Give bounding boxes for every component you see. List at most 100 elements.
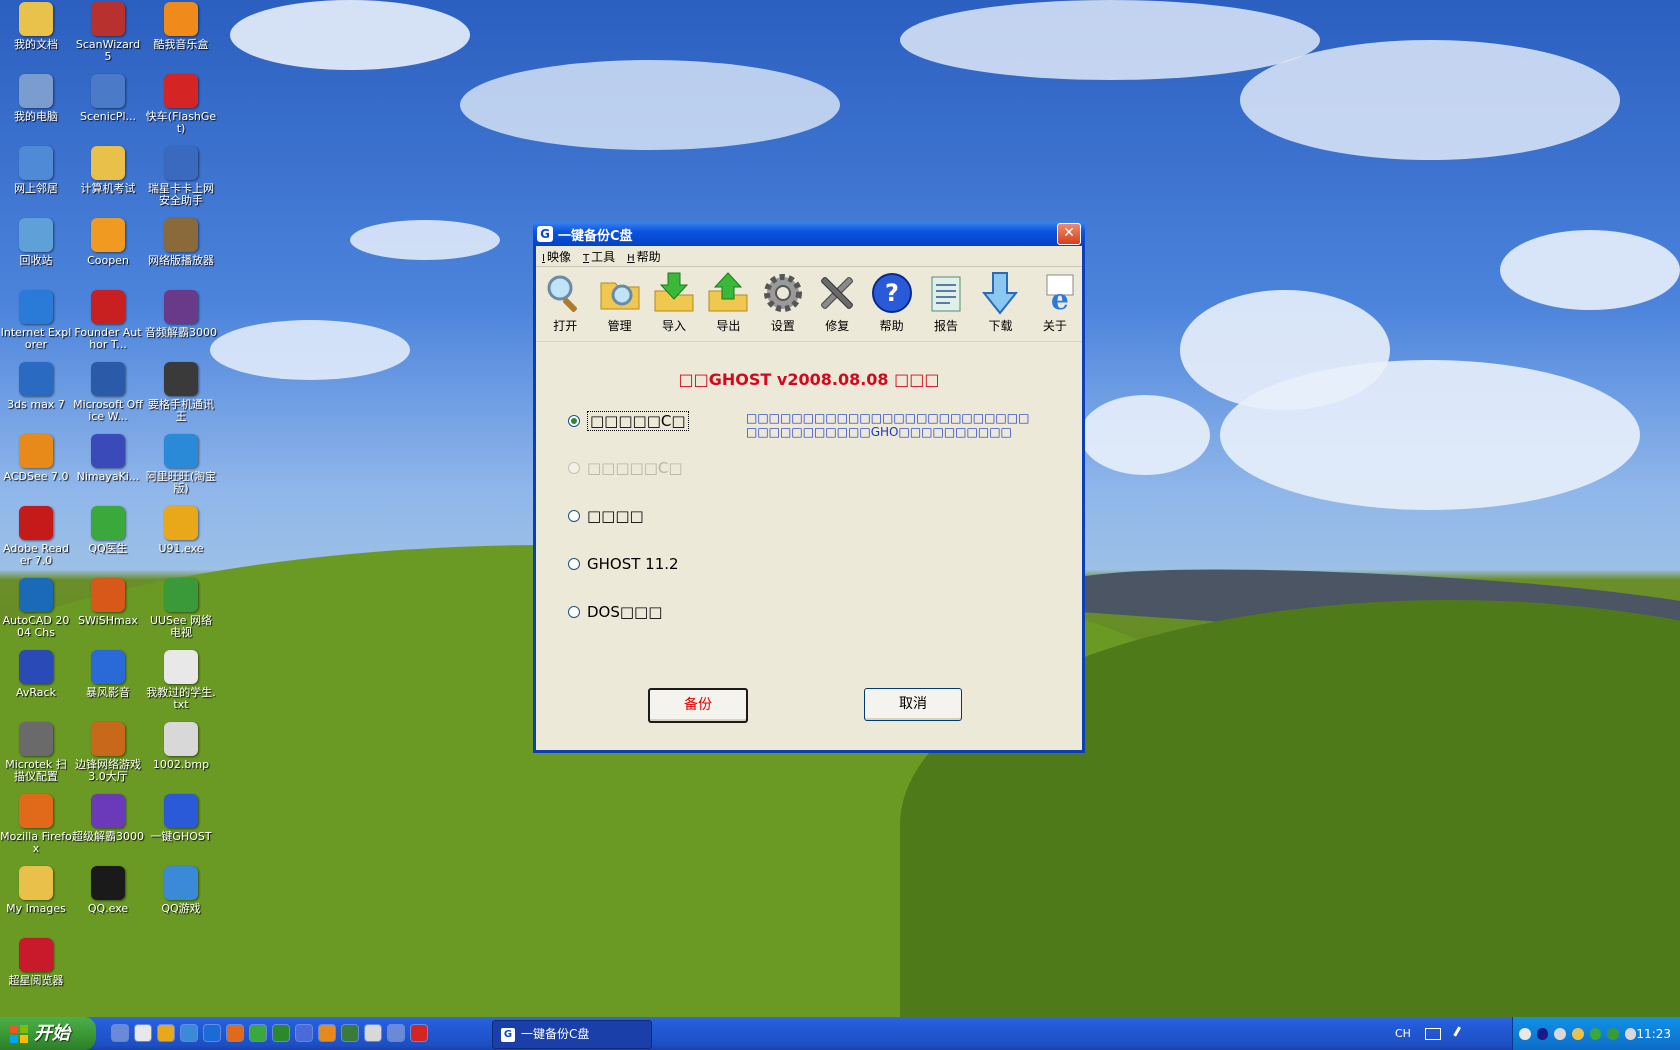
desktop-icon[interactable]: AutoCAD 2004 Chs — [0, 576, 72, 639]
desktop-icon[interactable]: 超级解霸3000 — [72, 792, 144, 843]
menu-image[interactable]: I 映像 — [542, 248, 571, 265]
radio-checked-icon[interactable] — [568, 415, 580, 427]
flashget-quick-icon[interactable] — [319, 1025, 335, 1041]
option-third[interactable]: □□□□ — [568, 507, 644, 525]
option-ghost[interactable]: GHOST 11.2 — [568, 555, 679, 573]
show-desktop-icon[interactable] — [112, 1025, 128, 1041]
player-quick-icon[interactable] — [388, 1025, 404, 1041]
desktop-icon[interactable]: QQ.exe — [72, 864, 144, 915]
qq-icon — [91, 866, 125, 900]
desktop-icon[interactable]: 网上邻居 — [0, 144, 72, 195]
desktop-icon[interactable]: 暴风影音 — [72, 648, 144, 699]
desktop-icon[interactable]: 我教过的学生.txt — [145, 648, 217, 711]
founder-author-icon — [91, 290, 125, 324]
desktop-icon[interactable]: 我的电脑 — [0, 72, 72, 123]
keyboard-icon[interactable] — [1424, 1027, 1441, 1040]
radio-icon[interactable] — [568, 558, 580, 570]
desktop-icon[interactable]: Coopen — [72, 216, 144, 267]
tray-network-icon[interactable] — [1536, 1027, 1549, 1040]
desktop-icon[interactable]: U91.exe — [145, 504, 217, 555]
tray-volume-icon[interactable] — [1554, 1027, 1566, 1040]
cloud — [460, 60, 840, 150]
desktop-icon[interactable]: ScenicPl... — [72, 72, 144, 123]
toolbar-report-button[interactable]: 报告 — [919, 271, 973, 341]
desktop-icon[interactable]: 1002.bmp — [145, 720, 217, 771]
backup-button[interactable]: 备份 — [648, 688, 748, 723]
bianfeng-game-icon — [91, 722, 125, 756]
chart-quick-icon[interactable] — [342, 1025, 358, 1041]
desktop-icon-label: 我教过的学生.txt — [146, 686, 216, 711]
toolbar-help-button[interactable]: ? 帮助 — [864, 271, 918, 341]
pen-icon[interactable] — [1453, 1025, 1470, 1042]
desktop-icon[interactable]: My Images — [0, 864, 72, 915]
desktop-icon[interactable]: 音频解霸3000 — [145, 288, 217, 339]
option-dos[interactable]: DOS□□□ — [568, 603, 662, 621]
menu-help[interactable]: H 帮助 — [627, 248, 661, 265]
cancel-button[interactable]: 取消 — [864, 688, 962, 721]
tray-av-icon[interactable] — [1571, 1027, 1584, 1040]
toolbar-export-button[interactable]: 导出 — [701, 271, 755, 341]
taskbar-button-backup[interactable]: G 一键备份C盘 — [492, 1020, 652, 1049]
desktop-icon[interactable]: Adobe Reader 7.0 — [0, 504, 72, 567]
toolbar-import-button[interactable]: 导入 — [647, 271, 701, 341]
desktop-icon[interactable]: ACDSee 7.0 — [0, 432, 72, 483]
option-backup-c[interactable]: □□□□□C□ □□□□□□□□□□□□□□□□□□□□□□□□□ □□□□□□… — [568, 411, 1029, 439]
close-button[interactable]: ✕ — [1057, 223, 1081, 245]
tray-update-icon[interactable] — [1589, 1027, 1602, 1040]
desktop-icon[interactable]: 阿里旺旺(淘宝版) — [145, 432, 217, 495]
toolbar-open-button[interactable]: 打开 — [538, 271, 592, 341]
desktop-icon[interactable]: QQ医生 — [72, 504, 144, 555]
version-heading: □□GHOST v2008.08.08 □□□ — [678, 370, 940, 389]
rising-kaka-icon — [164, 146, 198, 180]
toolbar-about-button[interactable]: e 关于 — [1028, 271, 1082, 341]
desktop-icon[interactable]: 酷我音乐盒 — [145, 0, 217, 51]
qq-doctor-quick-icon[interactable] — [250, 1025, 266, 1041]
tool-quick-icon[interactable] — [365, 1025, 381, 1041]
toolbar-settings-button[interactable]: 设置 — [756, 271, 810, 341]
desktop-icon[interactable]: 瑞星卡卡上网安全助手 — [145, 144, 217, 207]
radio-icon[interactable] — [568, 606, 580, 618]
desktop-icon[interactable]: Mozilla Firefox — [0, 792, 72, 855]
toolbar-repair-button[interactable]: 修复 — [810, 271, 864, 341]
desktop-icon-label: 网上邻居 — [14, 182, 58, 195]
toolbar-download-button[interactable]: 下载 — [973, 271, 1027, 341]
desktop-icon[interactable]: AvRack — [0, 648, 72, 699]
media-player-icon[interactable] — [135, 1025, 151, 1041]
desktop-icon[interactable]: 一键GHOST — [145, 792, 217, 843]
desktop-icon[interactable]: NimayaKi... — [72, 432, 144, 483]
desktop-icon[interactable]: ScanWizard 5 — [72, 0, 144, 63]
tray-qq-icon[interactable] — [1519, 1027, 1531, 1040]
desktop-icon[interactable]: 回收站 — [0, 216, 72, 267]
tray-monitor-icon[interactable] — [1624, 1027, 1637, 1040]
desktop-icon[interactable]: Microsoft Office W... — [72, 360, 144, 423]
tray-umbrella-icon[interactable] — [1607, 1027, 1619, 1040]
desktop-icon-label: 瑞星卡卡上网安全助手 — [148, 182, 214, 207]
desktop-icon[interactable]: 网络版播放器 — [145, 216, 217, 267]
desktop-icon[interactable]: QQ游戏 — [145, 864, 217, 915]
ie-quick-icon[interactable] — [204, 1025, 220, 1041]
network-quick-icon[interactable] — [296, 1025, 312, 1041]
desktop-icon[interactable]: 计算机考试 — [72, 144, 144, 195]
desktop-icon[interactable]: 快车(FlashGet) — [145, 72, 217, 135]
desktop-icon[interactable]: 我的文档 — [0, 0, 72, 51]
desktop-icon[interactable]: 超星阅览器 — [0, 936, 72, 987]
desktop-icon[interactable]: 3ds max 7 — [0, 360, 72, 411]
desktop-icon[interactable]: SWiSHmax — [72, 576, 144, 627]
desktop-icon[interactable]: Microtek 扫描仪配置 — [0, 720, 72, 783]
language-indicator[interactable]: CH — [1395, 1017, 1470, 1050]
desktop-icon[interactable]: UUSee 网络电视 — [145, 576, 217, 639]
kuaiche-quick-icon[interactable] — [411, 1025, 427, 1041]
desktop-icon[interactable]: 要格手机通讯王 — [145, 360, 217, 423]
desktop-icon[interactable]: 边锋网络游戏3.0大厅 — [72, 720, 144, 783]
menu-tools[interactable]: T 工具 — [583, 248, 615, 265]
desktop-icon[interactable]: Founder Author T... — [72, 288, 144, 351]
toolbar-manage-button[interactable]: 管理 — [592, 271, 646, 341]
antivirus-icon[interactable] — [273, 1025, 289, 1041]
radio-icon[interactable] — [568, 510, 580, 522]
browser-icon[interactable] — [181, 1025, 197, 1041]
desktop-icon[interactable]: Internet Explorer — [0, 288, 72, 351]
dialog-titlebar[interactable]: G 一键备份C盘 ✕ — [533, 222, 1085, 246]
firefox-quick-icon[interactable] — [227, 1025, 243, 1041]
qq-tray-icon[interactable] — [158, 1025, 174, 1041]
start-button[interactable]: 开始 — [0, 1017, 96, 1050]
